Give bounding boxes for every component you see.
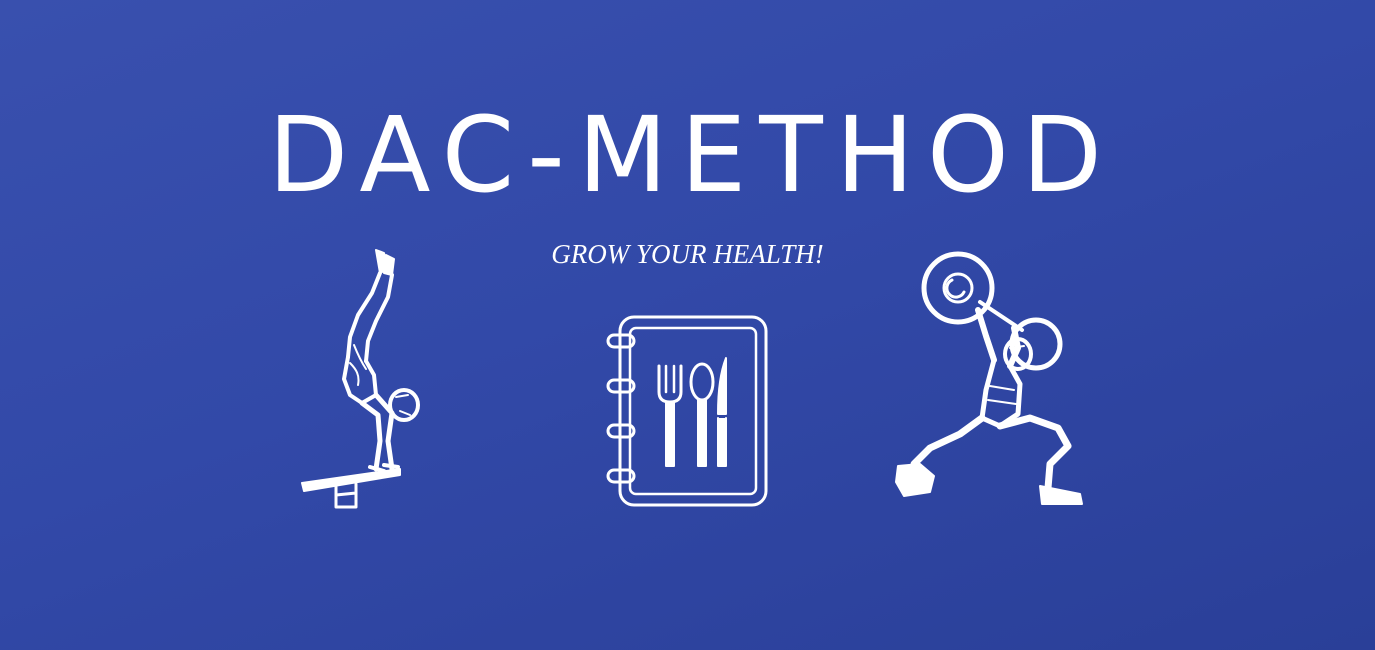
weightlifter-icon bbox=[890, 250, 1090, 510]
tagline: GROW YOUR HEALTH! bbox=[551, 239, 824, 269]
brand-title: DAC-METHOD bbox=[268, 94, 1115, 216]
recipe-book-cutlery-icon bbox=[604, 314, 770, 508]
handstand-gymnast-icon bbox=[296, 245, 426, 510]
